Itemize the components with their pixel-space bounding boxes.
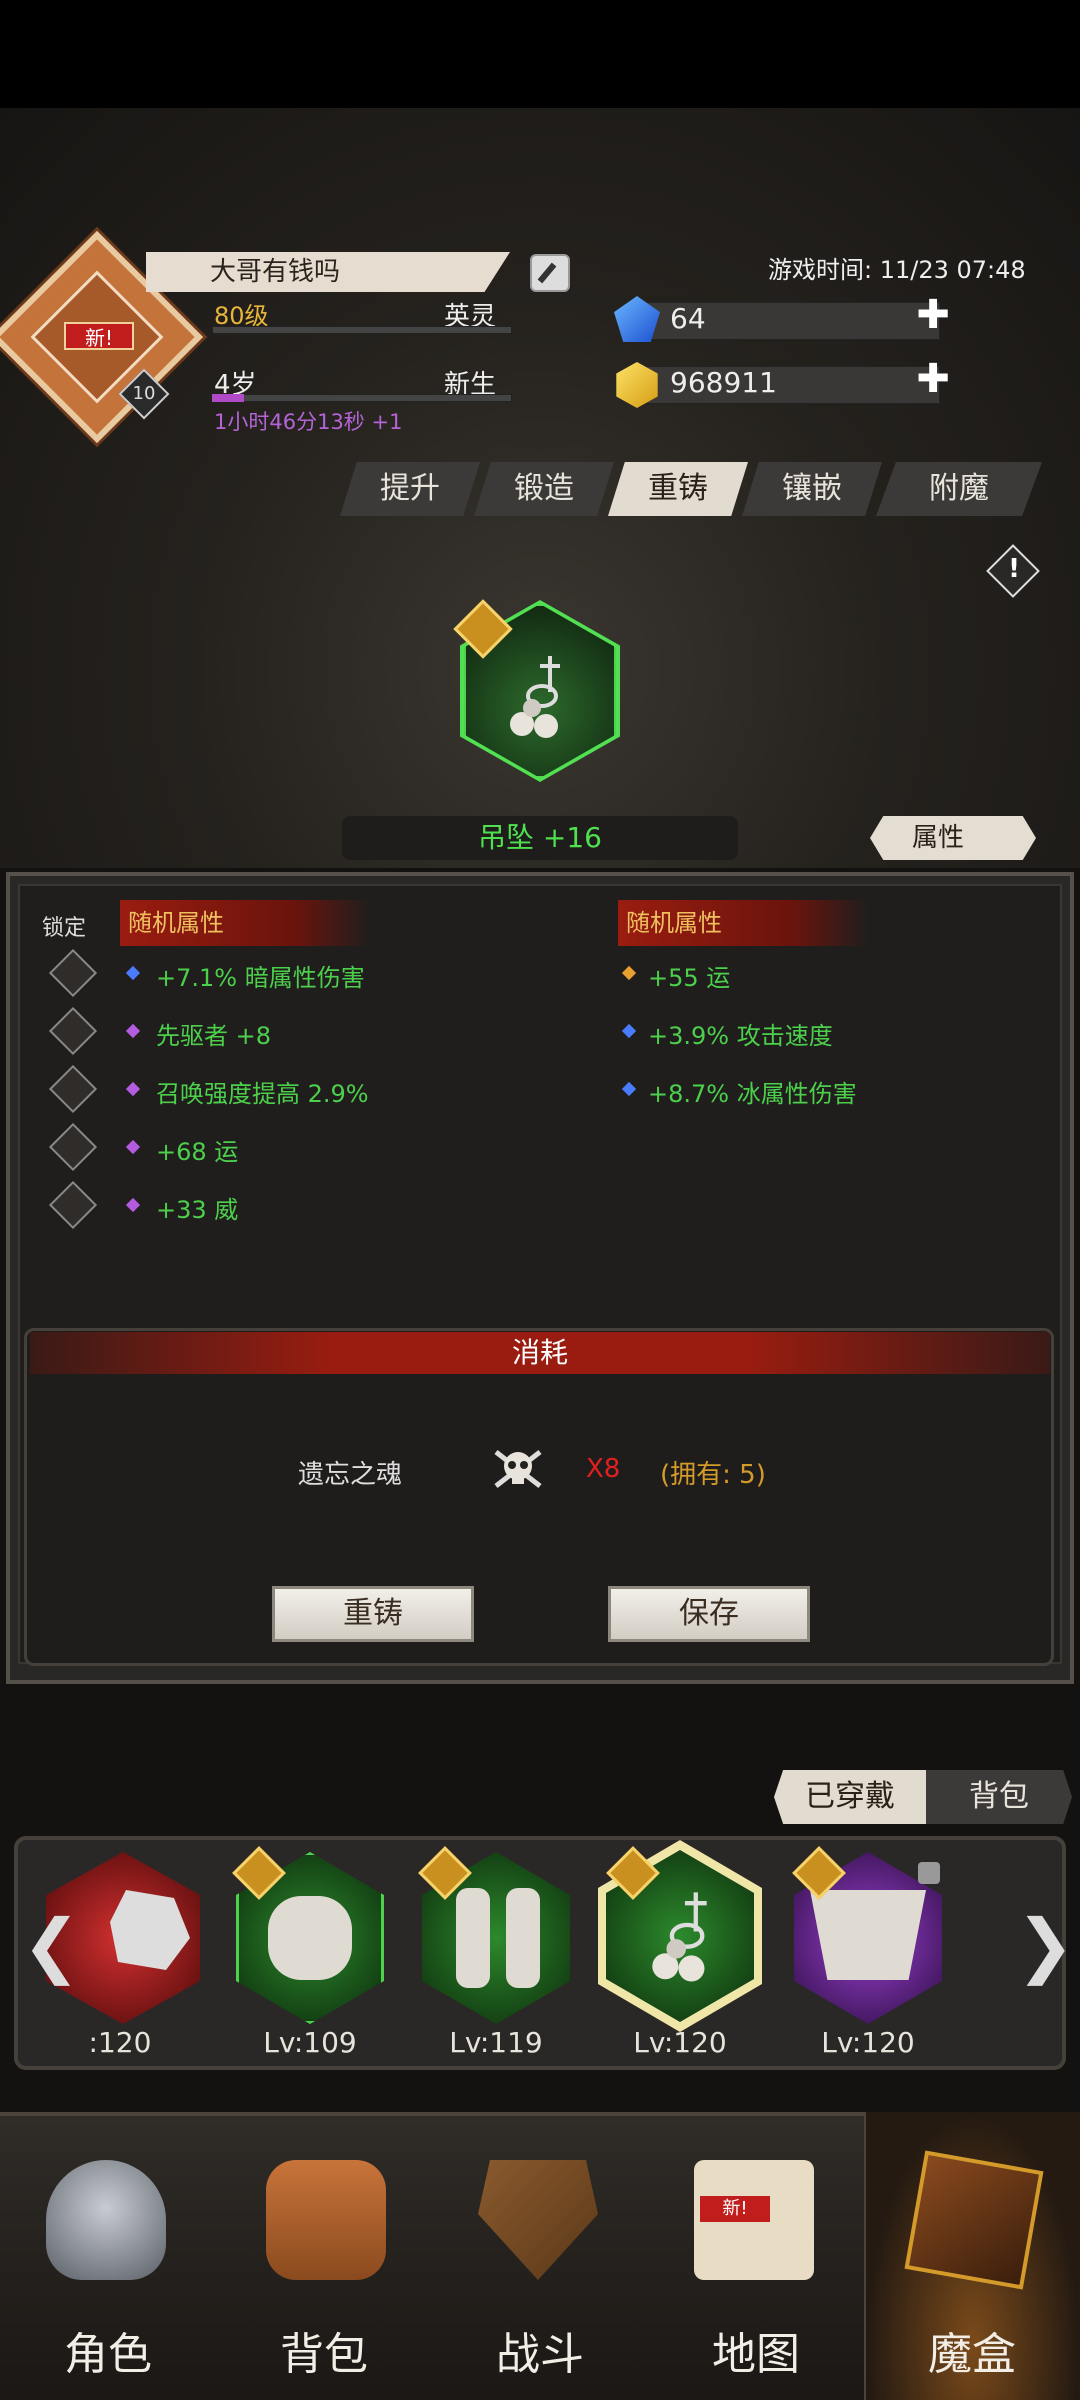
map-new-badge: 新! [700, 2196, 770, 2222]
backpack-icon[interactable] [266, 2160, 386, 2280]
current-attr: +33 威 [156, 1196, 239, 1224]
equipment-level: Lv:109 [263, 2026, 357, 2059]
boots-icon [456, 1888, 490, 1988]
cost-box [24, 1328, 1054, 1666]
chest-armor-icon [268, 1896, 352, 1980]
pendant-icon [652, 1892, 707, 1982]
new-attr: +3.9% 攻击速度 [648, 1022, 833, 1050]
pendant-icon [510, 656, 560, 738]
save-button[interactable]: 保存 [608, 1586, 810, 1642]
equipment-level: Lv:119 [449, 2026, 543, 2059]
game-time: 游戏时间: 11/23 07:48 [768, 256, 1026, 284]
magic-box-icon[interactable] [904, 2150, 1044, 2290]
lock-label: 锁定 [42, 916, 87, 941]
tab-upgrade[interactable]: 提升 [340, 462, 480, 516]
equipment-level: :120 [88, 2026, 152, 2059]
skull-icon [494, 1450, 542, 1488]
equipment-level: Lv:120 [821, 2026, 915, 2059]
nav-magic-box[interactable]: 魔盒 [864, 2318, 1080, 2382]
helmet-icon[interactable] [46, 2160, 166, 2280]
player-name: 大哥有钱吗 [146, 252, 510, 292]
cost-title: 消耗 [30, 1332, 1050, 1374]
nav-battle[interactable]: 战斗 [432, 2318, 648, 2382]
item-name: 吊坠 +16 [342, 816, 738, 860]
current-attr: +68 运 [156, 1138, 239, 1166]
tab-reforge[interactable]: 重铸 [608, 462, 748, 516]
equipment-level: Lv:120 [633, 2026, 727, 2059]
cost-material-name: 遗忘之魂 [298, 1460, 403, 1490]
new-badge: 新! [64, 322, 134, 350]
current-attr: 先驱者 +8 [156, 1022, 272, 1050]
tab-inlay[interactable]: 镶嵌 [742, 462, 882, 516]
tab-forge[interactable]: 锻造 [474, 462, 614, 516]
nav-map[interactable]: 地图 [648, 2318, 864, 2382]
info-mark: ! [1008, 554, 1020, 584]
reforge-button[interactable]: 重铸 [272, 1586, 474, 1642]
status-bar [0, 0, 1080, 108]
age-bar [212, 394, 512, 402]
gem-count: 64 [670, 302, 706, 335]
tab-bag[interactable]: 背包 [926, 1770, 1072, 1824]
belt-icon [810, 1890, 926, 1980]
boots-icon [506, 1888, 540, 1988]
nav-character[interactable]: 角色 [0, 2318, 216, 2382]
cost-owned: (拥有: 5) [660, 1460, 766, 1490]
scroll-right-icon[interactable]: ❯ [1016, 1910, 1075, 1984]
current-attr-title: 随机属性 [120, 900, 370, 946]
tab-equipped[interactable]: 已穿戴 [774, 1770, 926, 1824]
tab-enchant[interactable]: 附魔 [876, 462, 1042, 516]
cost-quantity: X8 [586, 1454, 621, 1484]
edit-icon[interactable] [530, 254, 570, 292]
add-gems-button[interactable]: ✚ [916, 295, 950, 335]
new-attr: +55 运 [648, 964, 731, 992]
new-attr: +8.7% 冰属性伤害 [648, 1080, 857, 1108]
scroll-left-icon[interactable]: ❮ [22, 1910, 81, 1984]
add-gold-button[interactable]: ✚ [916, 359, 950, 399]
age-timer: 1小时46分13秒 +1 [214, 410, 403, 434]
age-bar-fill [212, 394, 244, 402]
current-attr: +7.1% 暗属性伤害 [156, 964, 365, 992]
lock-icon [918, 1862, 940, 1884]
current-attr: 召唤强度提高 2.9% [156, 1080, 369, 1108]
attributes-button[interactable]: 属性 [870, 816, 1036, 860]
nav-backpack[interactable]: 背包 [216, 2318, 432, 2382]
new-attr-title: 随机属性 [618, 900, 868, 946]
exp-bar [212, 326, 512, 334]
level-badge-number: 10 [132, 383, 156, 404]
gold-count: 968911 [670, 366, 777, 399]
